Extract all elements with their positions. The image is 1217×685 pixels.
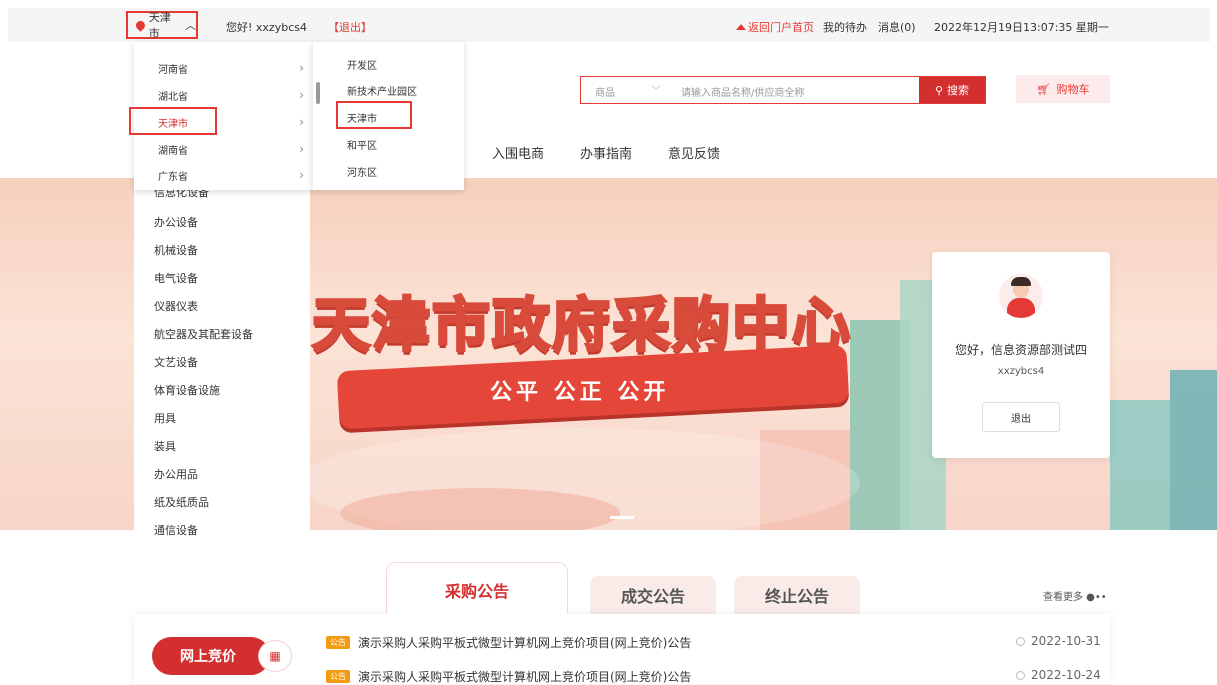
notice-title[interactable]: 演示采购人采购平板式微型计算机网上竞价项目(网上竞价)公告 — [358, 668, 691, 685]
chevron-right-icon: › — [299, 61, 304, 75]
chevron-up-icon: ︿ — [185, 19, 196, 32]
user-name: xxzybcs4 — [997, 366, 1045, 377]
category-item[interactable]: 通信设备 — [154, 522, 198, 538]
cart-icon: 🛒︎ — [1036, 82, 1051, 96]
tab-termination[interactable]: 终止公告 — [734, 576, 860, 614]
district-item[interactable]: 河东区 — [347, 164, 377, 179]
category-item[interactable]: 装具 — [154, 438, 176, 454]
category-item[interactable]: 文艺设备 — [154, 354, 198, 370]
tab-procurement[interactable]: 采购公告 — [386, 562, 568, 614]
greeting-text: 您好! xxzybcs4 — [226, 21, 307, 34]
datetime-text: 2022年12月19日13:07:35 星期一 — [934, 21, 1109, 34]
province-item[interactable]: 河南省 › — [134, 55, 312, 81]
avatar — [999, 274, 1043, 318]
province-item[interactable]: 湖北省 › — [134, 82, 312, 108]
search-icon: ⚲ — [934, 83, 944, 97]
dropdown-scrollbar[interactable] — [316, 82, 320, 104]
category-item[interactable]: 航空器及其配套设备 — [154, 326, 253, 342]
banner-slogan: 公平 公正 公开 — [490, 380, 670, 405]
category-item[interactable]: 仪器仪表 — [154, 298, 198, 314]
chevron-right-icon: › — [299, 142, 304, 156]
clock-icon — [1016, 637, 1025, 646]
category-item[interactable]: 办公用品 — [154, 466, 198, 482]
search-category-select[interactable]: 商品 — [595, 84, 615, 99]
category-item[interactable]: 体育设备设施 — [154, 382, 220, 398]
notice-date: 2022-10-24 — [1016, 668, 1101, 682]
chevron-down-icon[interactable]: ﹀ — [651, 82, 661, 97]
home-icon — [736, 24, 746, 30]
top-bar: 天津市 ︿ 您好! xxzybcs4 【退出】 返回门户首页 我的待办 消息(0… — [8, 8, 1210, 42]
selection-highlight — [336, 101, 412, 129]
clock-icon — [1016, 671, 1025, 680]
nav-item-guide[interactable]: 办事指南 — [580, 143, 632, 162]
notice-badge: 公告 — [326, 670, 350, 683]
category-item[interactable]: 办公设备 — [154, 214, 198, 230]
todo-link[interactable]: 我的待办 — [823, 19, 867, 35]
messages-link[interactable]: 消息(0) — [878, 19, 916, 35]
notice-item[interactable]: 公告 演示采购人采购平板式微型计算机网上竞价项目(网上竞价)公告 — [326, 634, 691, 651]
category-item[interactable]: 纸及纸质品 — [154, 494, 209, 510]
chevron-right-icon: › — [299, 168, 304, 182]
carousel-indicator[interactable] — [610, 516, 634, 519]
cart-button[interactable]: 🛒︎ 购物车 — [1016, 75, 1110, 103]
category-item[interactable]: 机械设备 — [154, 242, 198, 258]
user-greeting: 您好，信息资源部测试四 — [954, 343, 1087, 357]
user-card: 您好，信息资源部测试四 xxzybcs4 退出 — [932, 252, 1110, 458]
notice-date: 2022-10-31 — [1016, 634, 1101, 648]
search-bar: 商品 ﹀ 请输入商品名称/供应商全称 ⚲ 搜索 — [580, 76, 986, 104]
district-item[interactable]: 开发区 — [347, 57, 377, 72]
home-link[interactable]: 返回门户首页 — [736, 19, 814, 35]
location-pin-icon — [134, 18, 147, 32]
nav-item-feedback[interactable]: 意见反馈 — [668, 143, 720, 162]
province-item[interactable]: 广东省 › — [134, 162, 312, 188]
category-item[interactable]: 电气设备 — [154, 270, 198, 286]
province-item[interactable]: 湖南省 › — [134, 136, 312, 162]
category-item[interactable]: 用具 — [154, 410, 176, 426]
chevron-right-icon: › — [299, 88, 304, 102]
logout-button[interactable]: 退出 — [982, 402, 1060, 432]
online-bid-button[interactable]: 网上竞价 — [152, 637, 270, 675]
selection-highlight — [129, 107, 217, 135]
logout-link[interactable]: 【退出】 — [328, 19, 372, 35]
view-more-link[interactable]: 查看更多 ●•• — [1043, 588, 1107, 603]
category-sidebar: 信息化设备 办公设备 机械设备 电气设备 仪器仪表 航空器及其配套设备 文艺设备… — [134, 178, 310, 537]
city-selector[interactable]: 天津市 ︿ — [126, 11, 198, 40]
notice-badge: 公告 — [326, 636, 350, 649]
chevron-right-icon: › — [299, 115, 304, 129]
notice-item[interactable]: 公告 演示采购人采购平板式微型计算机网上竞价项目(网上竞价)公告 — [326, 668, 691, 685]
notice-title[interactable]: 演示采购人采购平板式微型计算机网上竞价项目(网上竞价)公告 — [358, 634, 691, 651]
nav-item-enterprise[interactable]: 入围电商 — [492, 143, 544, 162]
tab-deal[interactable]: 成交公告 — [590, 576, 716, 614]
district-item[interactable]: 和平区 — [347, 137, 377, 152]
calculator-icon[interactable]: ▦ — [258, 640, 292, 672]
district-item[interactable]: 新技术产业园区 — [347, 83, 417, 98]
search-button[interactable]: ⚲ 搜索 — [919, 77, 985, 103]
search-input[interactable]: 请输入商品名称/供应商全称 — [681, 84, 804, 99]
city-label: 天津市 — [148, 11, 171, 40]
